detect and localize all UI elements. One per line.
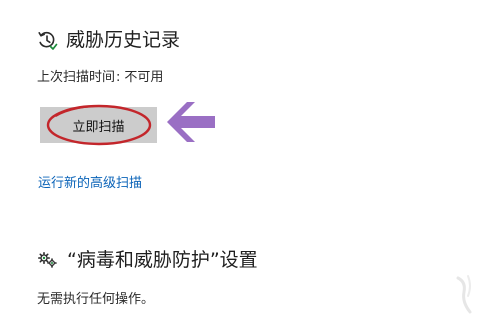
history-clock-icon [36,29,58,51]
virus-settings-title: “病毒和威胁防护”设置 [67,249,258,271]
gears-icon [37,250,59,270]
scan-now-button[interactable]: 立即扫描 [40,107,157,143]
last-scan-separator: : [116,70,121,85]
threat-history-heading: 威胁历史记录 [36,28,180,52]
defender-scan-panel: 威胁历史记录 上次扫描时间: 不可用 立即扫描 运行新的高级扫描 “病毒和威胁防… [0,0,480,320]
threat-history-title: 威胁历史记录 [66,29,181,51]
scan-now-label: 立即扫描 [72,119,125,135]
virus-settings-heading: “病毒和威胁防护”设置 [37,248,258,272]
advanced-scan-link[interactable]: 运行新的高级扫描 [38,172,142,191]
last-scan-label: 上次扫描时间 [37,70,116,85]
last-scan-time: 上次扫描时间: 不可用 [37,66,163,85]
last-scan-value: 不可用 [124,70,164,85]
watermark-mark [456,275,472,314]
pointer-arrow-icon [167,102,215,142]
virus-settings-description: 无需执行任何操作。 [37,292,155,307]
